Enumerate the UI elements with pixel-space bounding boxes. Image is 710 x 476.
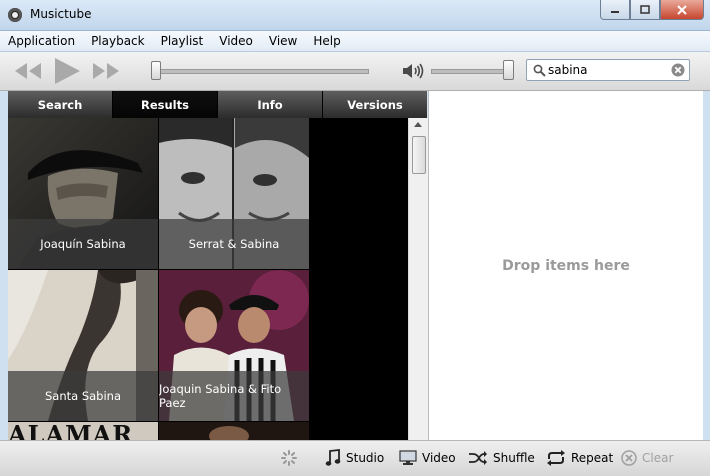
- menu-application[interactable]: Application: [0, 34, 83, 48]
- seek-slider-track[interactable]: [155, 69, 369, 74]
- repeat-button[interactable]: Repeat: [546, 448, 613, 468]
- shuffle-button[interactable]: Shuffle: [468, 448, 535, 468]
- tab-versions[interactable]: Versions: [323, 91, 427, 118]
- studio-button[interactable]: Studio: [325, 448, 384, 468]
- maximize-button[interactable]: [630, 0, 660, 20]
- player-toolbar: [0, 52, 710, 91]
- result-tile-partial[interactable]: ALAMAR: [8, 422, 158, 440]
- clear-icon: [621, 450, 637, 466]
- playlist-drop-area[interactable]: Drop items here: [428, 91, 703, 440]
- menu-bar: Application Playback Playlist Video View…: [0, 31, 710, 52]
- result-label: Serrat & Sabina: [159, 219, 309, 269]
- repeat-label: Repeat: [571, 451, 614, 465]
- tab-info[interactable]: Info: [218, 91, 323, 118]
- result-label: Santa Sabina: [8, 371, 158, 421]
- menu-video[interactable]: Video: [211, 34, 261, 48]
- result-tile-joaquin-sabina[interactable]: Joaquín Sabina: [8, 118, 158, 269]
- panel-tabs: Search Results Info Versions: [8, 91, 427, 118]
- seek-slider-handle[interactable]: [151, 61, 161, 80]
- studio-label: Studio: [346, 451, 385, 465]
- clear-search-icon[interactable]: [671, 63, 685, 77]
- drop-area-text: Drop items here: [502, 257, 630, 274]
- rewind-icon[interactable]: [13, 61, 43, 81]
- clear-label: Clear: [642, 451, 674, 465]
- result-tile-sabina-fito-paez[interactable]: Joaquin Sabina & Fito Paez: [159, 270, 309, 421]
- clear-button[interactable]: Clear: [621, 448, 673, 468]
- loading-spinner-icon: [281, 450, 297, 466]
- menu-view[interactable]: View: [261, 34, 305, 48]
- shuffle-label: Shuffle: [493, 451, 535, 465]
- results-scrollbar[interactable]: [408, 118, 428, 440]
- music-note-icon: [325, 449, 341, 466]
- app-icon: [8, 8, 22, 22]
- result-thumbnail: [159, 422, 309, 440]
- search-box: [526, 59, 690, 81]
- result-label: Joaquín Sabina: [8, 219, 158, 269]
- search-input[interactable]: [548, 61, 668, 79]
- close-button[interactable]: [660, 0, 704, 20]
- fast-forward-icon[interactable]: [91, 61, 121, 81]
- menu-help[interactable]: Help: [305, 34, 348, 48]
- window-title: Musictube: [30, 7, 92, 21]
- monitor-icon: [399, 450, 417, 465]
- video-label: Video: [422, 451, 456, 465]
- bottom-bar: Studio Video Shuffle Repeat Clear: [0, 440, 710, 476]
- volume-slider-track[interactable]: [431, 69, 513, 74]
- menu-playlist[interactable]: Playlist: [153, 34, 212, 48]
- play-icon[interactable]: [52, 56, 82, 86]
- result-tile-serrat-sabina[interactable]: Serrat & Sabina: [159, 118, 309, 269]
- volume-icon[interactable]: [401, 61, 425, 81]
- menu-playback[interactable]: Playback: [83, 34, 153, 48]
- repeat-icon: [547, 450, 565, 466]
- title-bar: Musictube: [0, 0, 710, 31]
- minimize-button[interactable]: [600, 0, 630, 20]
- partial-tile-text: ALAMAR: [8, 422, 134, 440]
- tab-results[interactable]: Results: [113, 91, 218, 118]
- window-controls: [600, 0, 704, 20]
- minimize-icon: [611, 10, 619, 13]
- tab-search[interactable]: Search: [8, 91, 113, 118]
- video-button[interactable]: Video: [399, 448, 456, 468]
- close-icon: [677, 4, 687, 15]
- search-icon: [533, 64, 546, 77]
- result-tile-partial-2[interactable]: [159, 422, 309, 440]
- results-grid: Joaquín Sabina Serrat & Sabina Santa Sab…: [8, 118, 408, 440]
- shuffle-icon: [469, 451, 487, 465]
- maximize-icon: [640, 5, 650, 14]
- scroll-up-arrow-icon[interactable]: [414, 122, 422, 127]
- result-tile-santa-sabina[interactable]: Santa Sabina: [8, 270, 158, 421]
- scrollbar-thumb[interactable]: [412, 136, 426, 174]
- result-label: Joaquin Sabina & Fito Paez: [159, 371, 309, 421]
- volume-slider-handle[interactable]: [503, 60, 514, 80]
